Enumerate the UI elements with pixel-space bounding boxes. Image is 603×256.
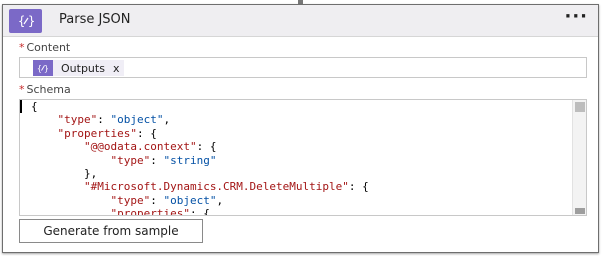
json-punct: : [97, 113, 111, 127]
json-key: "properties" [110, 207, 190, 216]
json-key: "@@odata.context" [83, 140, 197, 154]
schema-code[interactable]: { "type": "object", "properties": { "@@o… [31, 100, 369, 216]
json-key: "type" [110, 153, 151, 167]
generate-from-sample-button[interactable]: Generate from sample [19, 219, 203, 243]
code-line: "properties": { [31, 207, 369, 216]
content-label: Content [26, 41, 71, 54]
json-punct: : { [348, 180, 369, 194]
code-line: "#Microsoft.Dynamics.CRM.DeleteMultiple"… [31, 180, 369, 193]
json-punct [31, 154, 110, 167]
code-line: "properties": { [31, 127, 369, 140]
json-punct [31, 180, 84, 193]
action-title: Parse JSON [59, 12, 131, 27]
required-marker: * [19, 41, 25, 54]
editor-scrollbar[interactable] [572, 100, 586, 215]
json-punct: , [216, 193, 224, 207]
json-key: "#Microsoft.Dynamics.CRM.DeleteMultiple" [83, 180, 349, 194]
action-header[interactable]: { } Parse JSON ··· [3, 5, 598, 37]
json-key: "type" [110, 193, 151, 207]
svg-text:{: { [37, 64, 42, 73]
code-line: { [31, 100, 369, 113]
required-marker: * [19, 83, 25, 96]
json-punct: { [31, 100, 38, 113]
content-input[interactable]: { } Outputs x [19, 57, 587, 78]
json-string: "object" [163, 193, 217, 207]
json-key: "properties" [57, 126, 137, 140]
json-punct: : { [136, 126, 157, 140]
json-punct: : [150, 153, 164, 167]
code-line: "@@odata.context": { [31, 140, 369, 153]
scrollbar-thumb-bottom[interactable] [575, 208, 585, 214]
json-string: "object" [110, 113, 164, 127]
code-line: "type": "object", [31, 194, 369, 207]
code-line: }, [31, 167, 369, 180]
json-punct [31, 127, 58, 140]
json-punct: : [150, 193, 164, 207]
svg-text:{: { [18, 14, 25, 28]
schema-label: Schema [26, 83, 71, 96]
json-key: "type" [57, 113, 98, 127]
code-line: "type": "object", [31, 113, 369, 126]
braces-icon: { } [9, 9, 42, 33]
schema-label-row: * Schema [19, 83, 71, 96]
content-label-row: * Content [19, 41, 70, 54]
braces-icon: { } [33, 60, 53, 76]
json-punct [31, 113, 58, 126]
dynamic-content-token[interactable]: { } Outputs x [33, 60, 125, 76]
more-options-icon[interactable]: ··· [564, 7, 588, 27]
json-punct [31, 140, 84, 153]
json-punct: : { [189, 207, 210, 216]
json-punct: , [163, 113, 171, 127]
scrollbar-thumb[interactable] [575, 102, 585, 112]
schema-editor[interactable]: { "type": "object", "properties": { "@@o… [19, 99, 587, 216]
code-line: "type": "string" [31, 154, 369, 167]
svg-text:}: } [44, 64, 49, 73]
json-punct: }, [31, 166, 98, 180]
json-punct [31, 194, 110, 207]
svg-text:}: } [28, 14, 35, 28]
remove-token-icon[interactable]: x [113, 62, 125, 75]
token-label: Outputs [61, 61, 105, 75]
json-string: "string" [163, 153, 217, 167]
parse-json-action-card: { } Parse JSON ··· * Content { } Outputs … [2, 4, 599, 253]
json-punct [31, 207, 110, 215]
json-punct: : { [196, 140, 217, 154]
